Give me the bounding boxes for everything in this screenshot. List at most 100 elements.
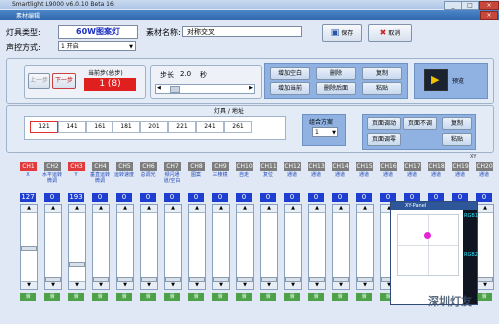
- copy-step-button[interactable]: 复制: [362, 67, 402, 80]
- slider-down-icon[interactable]: ▼: [93, 281, 109, 289]
- channel-slider-ch8[interactable]: ▲ ▼: [188, 204, 206, 290]
- channel-value-ch7[interactable]: 0: [164, 193, 180, 202]
- channel-value-ch4[interactable]: 0: [92, 193, 108, 202]
- xy-position-dot[interactable]: [424, 232, 431, 239]
- channel-value-ch8[interactable]: 0: [188, 193, 204, 202]
- material-name-input[interactable]: 对称交叉: [182, 26, 302, 37]
- channel-slide-button-ch2[interactable]: 滑: [44, 293, 60, 301]
- slider-up-icon[interactable]: ▲: [357, 205, 373, 213]
- delete-button[interactable]: 删除: [316, 67, 356, 80]
- channel-slide-button-ch4[interactable]: 滑: [92, 293, 108, 301]
- channel-slider-ch7[interactable]: ▲ ▼: [164, 204, 182, 290]
- minimize-button[interactable]: _: [444, 1, 462, 10]
- channel-value-ch12[interactable]: 0: [284, 193, 300, 202]
- page-copy-button[interactable]: 复制: [442, 117, 472, 130]
- channel-slider-ch3[interactable]: ▲ ▼: [68, 204, 86, 290]
- channel-slide-button-ch6[interactable]: 滑: [140, 293, 156, 301]
- add-current-button[interactable]: 增加当前: [270, 82, 310, 95]
- slider-up-icon[interactable]: ▲: [141, 205, 157, 213]
- channel-slide-button-ch20[interactable]: 滑: [476, 293, 492, 301]
- channel-value-ch10[interactable]: 0: [236, 193, 252, 202]
- channel-slider-ch2[interactable]: ▲ ▼: [44, 204, 62, 290]
- slider-up-icon[interactable]: ▲: [213, 205, 229, 213]
- slider-thumb[interactable]: [93, 277, 109, 282]
- slider-down-icon[interactable]: ▼: [261, 281, 277, 289]
- slider-thumb[interactable]: [333, 277, 349, 282]
- slider-up-icon[interactable]: ▲: [69, 205, 85, 213]
- channel-slider-ch5[interactable]: ▲ ▼: [116, 204, 134, 290]
- point-181[interactable]: 181: [112, 121, 140, 133]
- channel-slide-button-ch12[interactable]: 滑: [284, 293, 300, 301]
- scroll-thumb[interactable]: [170, 86, 180, 93]
- channel-slider-ch9[interactable]: ▲ ▼: [212, 204, 230, 290]
- prev-step-button[interactable]: 上一步: [28, 73, 50, 89]
- channel-slider-ch15[interactable]: ▲ ▼: [356, 204, 374, 290]
- channel-value-ch14[interactable]: 0: [332, 193, 348, 202]
- point-161[interactable]: 161: [86, 121, 114, 133]
- slider-thumb[interactable]: [213, 277, 229, 282]
- channel-slider-ch20[interactable]: ▲ ▼: [476, 204, 494, 290]
- channel-value-ch13[interactable]: 0: [308, 193, 324, 202]
- channel-slider-ch13[interactable]: ▲ ▼: [308, 204, 326, 290]
- slider-up-icon[interactable]: ▲: [189, 205, 205, 213]
- channel-slide-button-ch11[interactable]: 滑: [260, 293, 276, 301]
- channel-slider-ch4[interactable]: ▲ ▼: [92, 204, 110, 290]
- channel-value-ch15[interactable]: 0: [356, 193, 372, 202]
- add-blank-button[interactable]: 增加空白: [270, 67, 310, 80]
- maximize-button[interactable]: □: [461, 1, 479, 10]
- slider-up-icon[interactable]: ▲: [21, 205, 37, 213]
- slider-up-icon[interactable]: ▲: [45, 205, 61, 213]
- channel-value-ch2[interactable]: 0: [44, 193, 60, 202]
- page-paste-button[interactable]: 粘贴: [442, 133, 472, 146]
- channel-slider-ch1[interactable]: ▲ ▼: [20, 204, 38, 290]
- channel-slide-button-ch7[interactable]: 滑: [164, 293, 180, 301]
- slider-down-icon[interactable]: ▼: [21, 281, 37, 289]
- channel-value-ch3[interactable]: 193: [68, 193, 84, 202]
- slider-down-icon[interactable]: ▼: [357, 281, 373, 289]
- combo-select[interactable]: 1 ▼: [312, 127, 338, 137]
- point-141[interactable]: 141: [58, 121, 86, 133]
- point-261[interactable]: 261: [224, 121, 252, 133]
- channel-slide-button-ch5[interactable]: 滑: [116, 293, 132, 301]
- slider-down-icon[interactable]: ▼: [237, 281, 253, 289]
- page-nomove-button[interactable]: 页面不调: [403, 117, 437, 130]
- slider-down-icon[interactable]: ▼: [117, 281, 133, 289]
- channel-slide-button-ch10[interactable]: 滑: [236, 293, 252, 301]
- next-step-button[interactable]: 下一步: [52, 73, 76, 89]
- channel-value-ch6[interactable]: 0: [140, 193, 156, 202]
- slider-thumb[interactable]: [45, 277, 61, 282]
- slider-thumb[interactable]: [357, 277, 373, 282]
- preview-button[interactable]: 预览: [452, 76, 464, 85]
- slider-thumb[interactable]: [69, 261, 85, 267]
- slider-up-icon[interactable]: ▲: [261, 205, 277, 213]
- point-201[interactable]: 201: [140, 121, 168, 133]
- slider-thumb[interactable]: [117, 277, 133, 282]
- slider-up-icon[interactable]: ▲: [309, 205, 325, 213]
- channel-value-ch20[interactable]: 0: [476, 193, 492, 202]
- slider-thumb[interactable]: [21, 245, 37, 251]
- channel-slider-ch12[interactable]: ▲ ▼: [284, 204, 302, 290]
- slider-down-icon[interactable]: ▼: [165, 281, 181, 289]
- channel-slider-ch14[interactable]: ▲ ▼: [332, 204, 350, 290]
- slider-up-icon[interactable]: ▲: [165, 205, 181, 213]
- slider-down-icon[interactable]: ▼: [141, 281, 157, 289]
- channel-slide-button-ch9[interactable]: 滑: [212, 293, 228, 301]
- delete-after-button[interactable]: 删除后面: [316, 82, 356, 95]
- channel-slide-button-ch1[interactable]: 滑: [20, 293, 36, 301]
- film-icon[interactable]: ▶: [424, 69, 448, 91]
- slider-up-icon[interactable]: ▲: [93, 205, 109, 213]
- slider-up-icon[interactable]: ▲: [477, 205, 493, 213]
- close-app-button[interactable]: ×: [479, 1, 499, 10]
- slider-down-icon[interactable]: ▼: [189, 281, 205, 289]
- slider-thumb[interactable]: [189, 277, 205, 282]
- paste-step-button[interactable]: 粘贴: [362, 82, 402, 95]
- channel-slide-button-ch3[interactable]: 滑: [68, 293, 84, 301]
- slider-up-icon[interactable]: ▲: [333, 205, 349, 213]
- slider-thumb[interactable]: [141, 277, 157, 282]
- channel-value-ch1[interactable]: 127: [20, 193, 36, 202]
- slider-down-icon[interactable]: ▼: [309, 281, 325, 289]
- slider-thumb[interactable]: [165, 277, 181, 282]
- channel-slider-ch10[interactable]: ▲ ▼: [236, 204, 254, 290]
- control-mode-select[interactable]: 1 开启 ▼: [58, 41, 136, 51]
- cancel-button[interactable]: ✖ 取消: [368, 24, 412, 42]
